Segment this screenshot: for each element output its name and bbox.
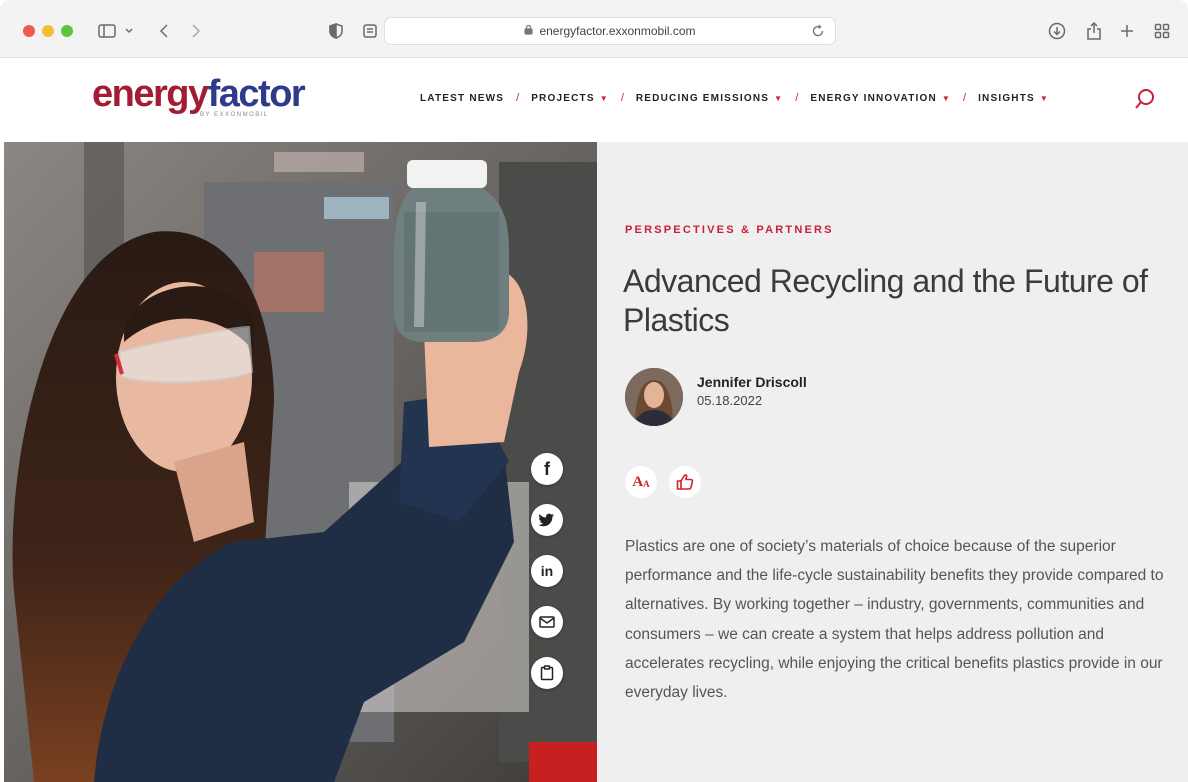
main-navigation: LATEST NEWS / PROJECTS ▼ / REDUCING EMIS…: [420, 92, 1049, 104]
energyfactor-logo[interactable]: energyfactor BY EXXONMOBIL: [92, 73, 306, 118]
new-tab-icon[interactable]: [1116, 18, 1138, 44]
nav-latest-news[interactable]: LATEST NEWS: [420, 93, 504, 104]
search-icon[interactable]: [1134, 88, 1156, 115]
site-header: energyfactor BY EXXONMOBIL LATEST NEWS /…: [4, 58, 1188, 142]
lock-icon: [524, 22, 534, 40]
facebook-icon[interactable]: f: [531, 453, 563, 485]
caret-down-icon: ▼: [941, 93, 952, 103]
article-category[interactable]: PERSPECTIVES & PARTNERS: [625, 224, 834, 236]
caret-down-icon: ▼: [774, 93, 784, 103]
avatar: [625, 368, 683, 426]
nav-reducing-emissions[interactable]: REDUCING EMISSIONS ▼: [636, 93, 783, 104]
nav-insights[interactable]: INSIGHTS ▼: [978, 93, 1049, 104]
zoom-window-button[interactable]: [61, 25, 73, 37]
article-title: Advanced Recycling and the Future of Pla…: [623, 263, 1148, 338]
twitter-icon[interactable]: [531, 504, 563, 536]
sidebar-toggle-icon[interactable]: [96, 18, 118, 44]
nav-label: ENERGY INNOVATION: [810, 92, 937, 104]
logo-word-energy: energy: [92, 73, 209, 115]
chevron-down-icon[interactable]: [122, 18, 136, 44]
nav-separator: /: [795, 92, 799, 104]
caret-down-icon: ▼: [599, 93, 609, 103]
article-intro: Plastics are one of society’s materials …: [625, 538, 1164, 702]
nav-label: LATEST NEWS: [420, 92, 505, 104]
thumbs-up-icon[interactable]: [669, 466, 701, 498]
hero-image: f in: [4, 142, 597, 782]
minimize-window-button[interactable]: [42, 25, 54, 37]
publish-date: 05.18.2022: [697, 393, 763, 408]
article-panel: PERSPECTIVES & PARTNERS Advanced Recycli…: [597, 142, 1188, 782]
clipboard-icon[interactable]: [531, 657, 563, 689]
browser-toolbar: energyfactor.exxonmobil.com: [0, 0, 1188, 58]
text-size-icon[interactable]: AA: [625, 466, 657, 498]
caret-down-icon: ▼: [1039, 93, 1050, 103]
forward-icon[interactable]: [186, 18, 206, 44]
back-icon[interactable]: [154, 18, 174, 44]
nav-energy-innovation[interactable]: ENERGY INNOVATION ▼: [810, 93, 951, 104]
author-name[interactable]: Jennifer Driscoll: [697, 374, 807, 390]
download-icon[interactable]: [1046, 18, 1068, 44]
nav-projects[interactable]: PROJECTS ▼: [531, 93, 609, 104]
reload-icon[interactable]: [811, 24, 825, 43]
share-icon[interactable]: [1083, 18, 1105, 44]
tab-overview-icon[interactable]: [1151, 18, 1173, 44]
privacy-shield-icon[interactable]: [326, 18, 346, 44]
nav-separator: /: [963, 92, 967, 104]
hero-photo-illustration: [4, 142, 597, 782]
nav-label: INSIGHTS: [978, 92, 1035, 104]
close-window-button[interactable]: [23, 25, 35, 37]
linkedin-icon[interactable]: in: [531, 555, 563, 587]
url-text: energyfactor.exxonmobil.com: [539, 24, 696, 38]
nav-separator: /: [516, 92, 520, 104]
nav-label: PROJECTS: [531, 92, 595, 104]
logo-subtitle: BY EXXONMOBIL: [200, 112, 269, 118]
nav-label: REDUCING EMISSIONS: [635, 92, 770, 104]
logo-word-factor: factor: [207, 73, 306, 115]
email-icon[interactable]: [531, 606, 563, 638]
nav-separator: /: [620, 92, 624, 104]
address-bar[interactable]: energyfactor.exxonmobil.com: [384, 17, 836, 45]
reader-view-icon[interactable]: [360, 18, 380, 44]
